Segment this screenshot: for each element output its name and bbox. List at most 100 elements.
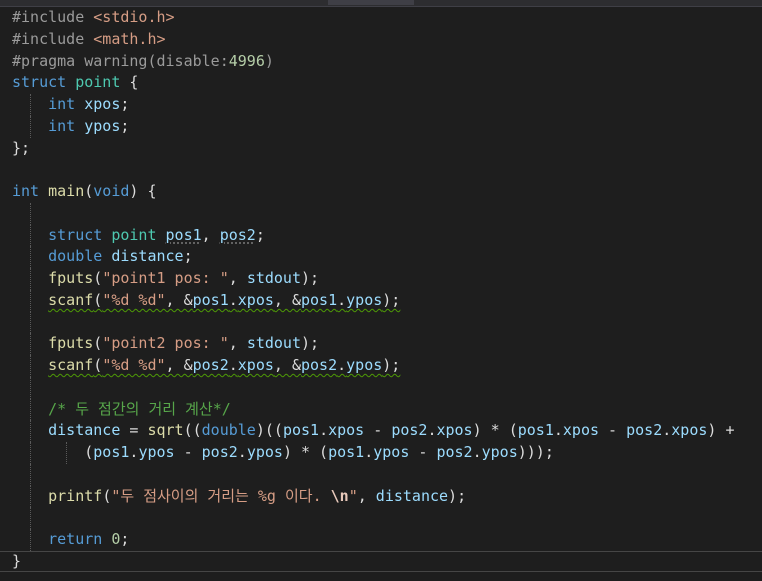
token: ypos bbox=[481, 443, 518, 461]
token: "두 점사이의 거리는 bbox=[111, 486, 258, 505]
token: ( bbox=[93, 356, 103, 374]
token: return bbox=[48, 530, 103, 548]
token: ( bbox=[84, 443, 94, 461]
token: . bbox=[228, 356, 238, 374]
token: xpos bbox=[237, 356, 274, 374]
code-line-25: return 0; bbox=[12, 529, 762, 551]
token: , bbox=[357, 486, 376, 505]
token: - bbox=[599, 421, 627, 440]
token: double bbox=[201, 421, 256, 440]
indent-guide bbox=[30, 311, 31, 334]
token: ))); bbox=[517, 443, 554, 461]
token: . bbox=[337, 356, 347, 374]
code-line-19: /* 두 점간의 거리 계산*/ bbox=[12, 398, 762, 421]
token: printf bbox=[48, 486, 103, 505]
token: ypos bbox=[373, 443, 410, 461]
token: pos2 bbox=[219, 225, 256, 244]
token: . bbox=[364, 443, 374, 461]
token: void bbox=[93, 182, 130, 200]
indent-guide bbox=[30, 268, 31, 290]
token: distance bbox=[375, 486, 449, 505]
code-line-15 bbox=[12, 311, 762, 334]
token: 이다. bbox=[275, 486, 331, 505]
indent-guide bbox=[30, 376, 31, 399]
token: . bbox=[337, 290, 347, 309]
token: pos2 bbox=[626, 421, 663, 440]
token: "point2 pos: " bbox=[102, 334, 229, 353]
token: , bbox=[228, 334, 247, 353]
indent-guide bbox=[30, 442, 31, 464]
indent-guide bbox=[66, 442, 67, 464]
token: "%d %d" bbox=[102, 356, 166, 374]
token: ); bbox=[382, 290, 401, 309]
token: "point1 pos: " bbox=[102, 269, 229, 287]
token: scanf bbox=[48, 290, 94, 309]
token: = bbox=[120, 421, 148, 440]
token: ) * ( bbox=[282, 443, 329, 461]
token: . bbox=[472, 443, 482, 461]
token: pos1 bbox=[301, 290, 338, 309]
indent-guide bbox=[30, 94, 31, 116]
token: . bbox=[228, 290, 238, 309]
token: \n bbox=[330, 486, 349, 505]
indent-guide bbox=[30, 398, 31, 421]
token: fputs bbox=[48, 269, 94, 287]
token: distance bbox=[111, 247, 184, 266]
token: - bbox=[409, 443, 437, 461]
token: scanf bbox=[48, 356, 94, 374]
code-line-16: fputs("point2 pos: ", stdout); bbox=[12, 333, 762, 355]
token: xpos bbox=[84, 95, 121, 113]
indent-guide bbox=[30, 420, 31, 442]
token: xpos bbox=[671, 421, 708, 440]
token: #pragma warning(disable: bbox=[12, 51, 229, 70]
token: ( bbox=[93, 269, 103, 287]
token: int bbox=[48, 95, 76, 113]
token: , bbox=[228, 269, 247, 287]
token: 4996 bbox=[228, 51, 265, 70]
token: - bbox=[364, 421, 392, 440]
code-line-14: scanf("%d %d", &pos1.xpos, &pos1.ypos); bbox=[12, 289, 762, 312]
token: struct bbox=[48, 225, 103, 244]
code-line-2: #include <math.h> bbox=[12, 29, 762, 51]
code-area[interactable]: #include <stdio.h> #include <math.h> #pr… bbox=[12, 7, 762, 573]
token: ); bbox=[382, 356, 401, 374]
token: . bbox=[237, 443, 247, 461]
token: ypos bbox=[346, 290, 383, 309]
code-line-7: }; bbox=[12, 138, 762, 160]
code-editor[interactable]: #include <stdio.h> #include <math.h> #pr… bbox=[0, 0, 762, 581]
token: xpos bbox=[562, 421, 600, 440]
code-line-1: #include <stdio.h> bbox=[12, 7, 762, 29]
indent-guide bbox=[30, 115, 31, 138]
token: , & bbox=[273, 356, 301, 374]
token: stdout bbox=[246, 269, 301, 287]
token: , bbox=[201, 225, 220, 244]
token: fputs bbox=[48, 334, 94, 353]
token: ( bbox=[84, 182, 94, 200]
token: pos2 bbox=[391, 421, 428, 440]
token: %g bbox=[257, 486, 276, 505]
token: pos1 bbox=[282, 421, 320, 440]
code-line-13: fputs("point1 pos: ", stdout); bbox=[12, 268, 762, 290]
token: . bbox=[319, 421, 329, 440]
token: #include bbox=[12, 8, 94, 26]
token: xpos bbox=[328, 421, 365, 440]
token: xpos bbox=[436, 421, 473, 440]
indent-guide bbox=[30, 529, 31, 551]
token: ; bbox=[120, 530, 130, 548]
token: , & bbox=[273, 290, 301, 309]
code-line-11: struct point pos1, pos2; bbox=[12, 224, 762, 247]
editor-tab[interactable] bbox=[328, 0, 414, 5]
token: " bbox=[348, 486, 358, 505]
code-line-3: #pragma warning(disable:4996) bbox=[12, 51, 762, 73]
token: , & bbox=[165, 356, 193, 374]
token: struct bbox=[12, 73, 67, 92]
token: #include bbox=[12, 29, 94, 48]
token: ); bbox=[301, 269, 320, 287]
token: ) * ( bbox=[472, 421, 518, 440]
code-line-9: int main(void) { bbox=[12, 181, 762, 203]
token: . bbox=[553, 421, 563, 440]
token: main bbox=[48, 182, 85, 200]
token: ypos bbox=[346, 356, 383, 374]
token: "%d %d" bbox=[102, 290, 166, 309]
